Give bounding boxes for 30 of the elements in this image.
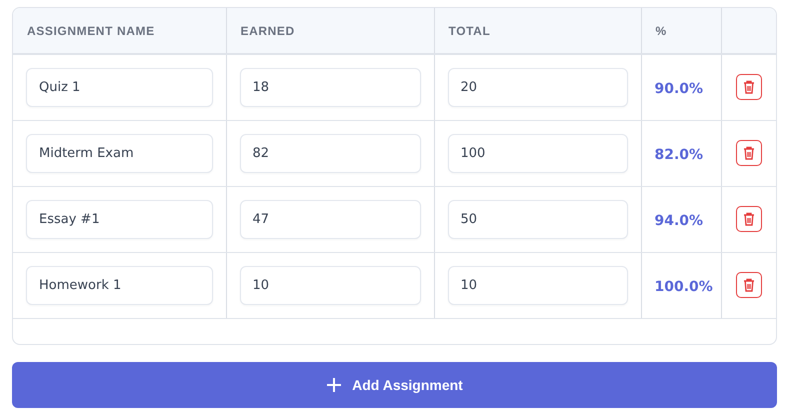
- percent-value: 90.0%: [654, 80, 704, 97]
- percent-value: 82.0%: [654, 146, 704, 162]
- name-field[interactable]: Midterm Exam: [26, 134, 212, 172]
- total-field[interactable]: 20: [448, 68, 628, 107]
- delete-button[interactable]: [736, 206, 762, 232]
- trash-icon: [742, 80, 755, 94]
- total-field[interactable]: 10: [448, 266, 628, 304]
- add-assignment-button[interactable]: Add Assignment: [12, 362, 777, 408]
- total-field[interactable]: 100: [448, 134, 628, 172]
- percent-value: 94.0%: [654, 212, 704, 228]
- column-header: %: [641, 8, 721, 54]
- plus-icon: [326, 377, 342, 393]
- column-header: ASSIGNMENT NAME: [13, 8, 226, 54]
- delete-button[interactable]: [736, 140, 762, 166]
- delete-button[interactable]: [736, 272, 762, 298]
- earned-field[interactable]: 82: [240, 134, 420, 172]
- percent-value: 100.0%: [654, 278, 713, 294]
- name-field[interactable]: Quiz 1: [26, 68, 212, 107]
- earned-field[interactable]: 47: [240, 200, 420, 238]
- column-header: TOTAL: [434, 8, 641, 54]
- earned-field[interactable]: 18: [240, 68, 420, 107]
- name-field[interactable]: Essay #1: [26, 200, 212, 238]
- name-field[interactable]: Homework 1: [26, 266, 212, 304]
- delete-button[interactable]: [736, 74, 762, 100]
- earned-field[interactable]: 10: [240, 266, 420, 304]
- trash-icon: [742, 212, 755, 226]
- column-header: EARNED: [226, 8, 434, 54]
- trash-icon: [742, 146, 755, 160]
- trash-icon: [742, 278, 755, 292]
- total-field[interactable]: 50: [448, 200, 628, 238]
